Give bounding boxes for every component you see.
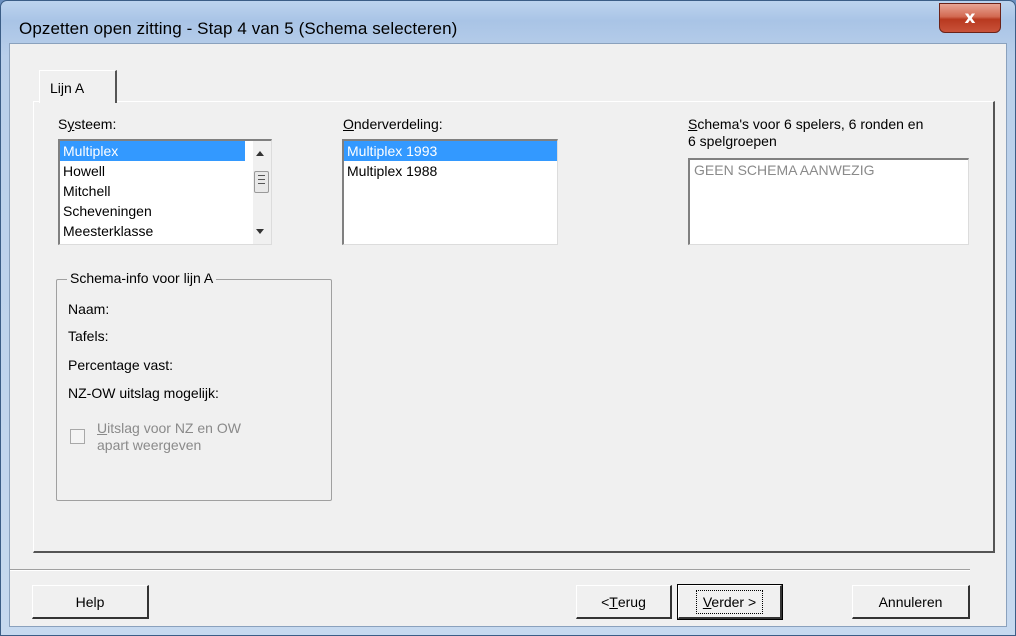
close-icon: x bbox=[964, 8, 976, 28]
scroll-up-icon[interactable] bbox=[256, 151, 264, 156]
schemas-label: Schema's voor 6 spelers, 6 ronden en 6 sp… bbox=[688, 116, 924, 149]
list-item[interactable]: Howell bbox=[60, 161, 271, 181]
systeem-scrollbar[interactable] bbox=[253, 141, 271, 244]
schemas-listbox[interactable]: GEEN SCHEMA AANWEZIG bbox=[688, 158, 969, 245]
systeem-listbox[interactable]: Multiplex Howell Mitchell Scheveningen M… bbox=[58, 139, 272, 245]
tab-panel: Systeem: Multiplex Howell Mitchell Schev… bbox=[33, 101, 995, 553]
tab-lijn-a[interactable]: Lijn A bbox=[39, 70, 117, 103]
button-separator bbox=[10, 569, 970, 571]
scroll-thumb[interactable] bbox=[254, 171, 269, 193]
naam-label: Naam: bbox=[68, 301, 110, 317]
close-button[interactable]: x bbox=[939, 3, 1001, 33]
onderverdeling-listbox[interactable]: Multiplex 1993 Multiplex 1988 bbox=[342, 139, 558, 245]
systeem-label: Systeem: bbox=[58, 116, 117, 132]
list-item[interactable]: Meesterklasse bbox=[60, 221, 271, 241]
dialog-client-area: Lijn A Systeem: Multiplex Howell Mitchel… bbox=[9, 43, 1007, 627]
schema-info-legend: Schema-info voor lijn A bbox=[67, 270, 217, 286]
scroll-down-icon[interactable] bbox=[256, 229, 264, 234]
help-button[interactable]: Help bbox=[32, 585, 149, 619]
wizard-window: Opzetten open zitting - Stap 4 van 5 (Sc… bbox=[0, 0, 1016, 636]
next-button[interactable]: Verder > bbox=[677, 584, 783, 620]
back-button[interactable]: < Terug bbox=[576, 585, 672, 619]
tab-label: Lijn A bbox=[50, 80, 85, 96]
onderverdeling-label: Onderverdeling: bbox=[343, 116, 443, 132]
list-item: GEEN SCHEMA AANWEZIG bbox=[694, 162, 875, 178]
window-title: Opzetten open zitting - Stap 4 van 5 (Sc… bbox=[19, 19, 458, 38]
cancel-button[interactable]: Annuleren bbox=[852, 585, 970, 619]
list-item[interactable]: Multiplex 1988 bbox=[344, 161, 557, 181]
percentage-vast-label: Percentage vast: bbox=[68, 357, 174, 373]
uitslag-apart-label: Uitslag voor NZ en OW apart weergeven bbox=[97, 420, 241, 453]
list-item[interactable]: Multiplex bbox=[60, 141, 245, 161]
list-item[interactable]: Scheveningen bbox=[60, 201, 271, 221]
uitslag-apart-checkbox[interactable] bbox=[70, 429, 85, 444]
tafels-label: Tafels: bbox=[68, 328, 109, 344]
list-item[interactable]: Mitchell bbox=[60, 181, 271, 201]
nzow-label: NZ-OW uitslag mogelijk: bbox=[68, 385, 219, 401]
list-item[interactable]: Multiplex 1993 bbox=[344, 141, 557, 161]
